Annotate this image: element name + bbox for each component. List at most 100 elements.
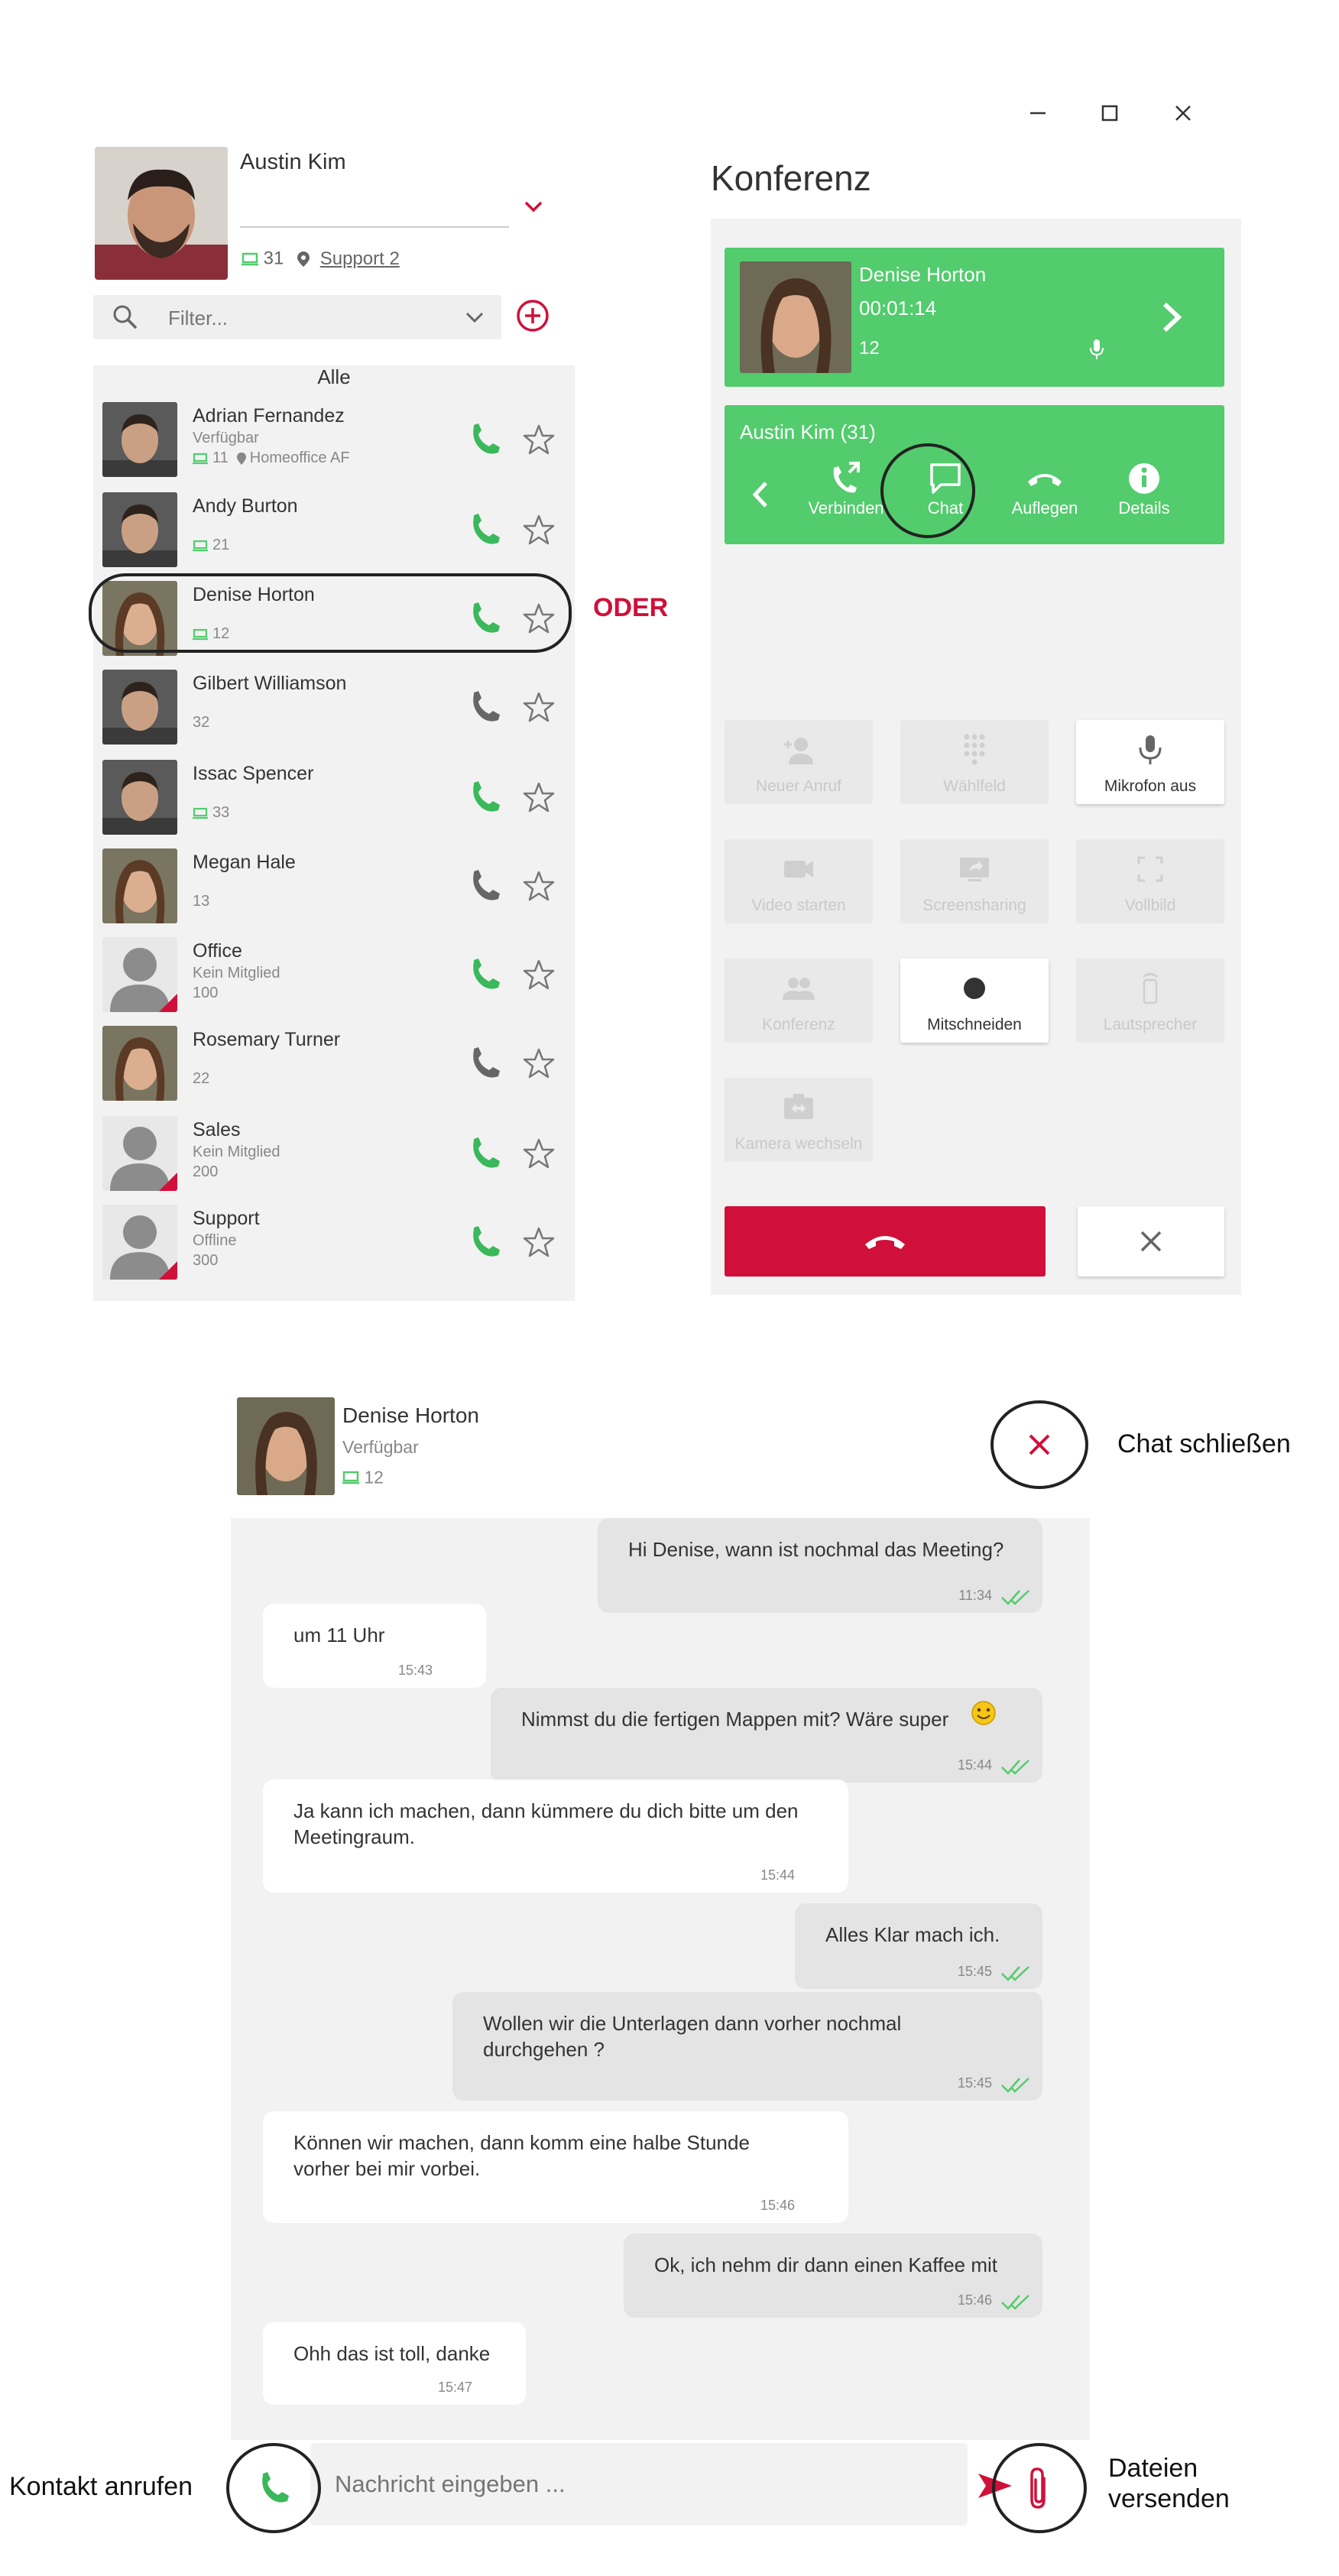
profile-extension: 31 bbox=[263, 248, 284, 269]
add-contact-button[interactable] bbox=[515, 298, 550, 333]
hangup-button[interactable]: Auflegen bbox=[995, 459, 1094, 518]
location-pin-icon bbox=[236, 452, 246, 465]
maximize-button[interactable] bbox=[1094, 98, 1125, 128]
phone-icon bbox=[473, 514, 500, 544]
dialpad-tile-button[interactable]: Wählfeld bbox=[900, 720, 1049, 804]
favorite-button[interactable] bbox=[521, 1225, 556, 1260]
filter-input[interactable] bbox=[167, 303, 445, 333]
contact-row[interactable]: Issac Spencer 33 bbox=[93, 754, 575, 844]
call-contact-button[interactable] bbox=[468, 868, 503, 904]
favorite-button[interactable] bbox=[521, 868, 556, 904]
contact-extension-row: 33 bbox=[193, 804, 229, 822]
chevron-down-icon[interactable] bbox=[463, 306, 486, 329]
phone-icon bbox=[473, 1137, 500, 1168]
received-message[interactable]: Können wir machen, dann komm eine halbe … bbox=[263, 2111, 848, 2223]
contact-row[interactable]: Sales Kein Mitglied 200 bbox=[93, 1110, 575, 1200]
contact-row[interactable]: Gilbert Williamson 32 bbox=[93, 663, 575, 754]
call-contact-button[interactable] bbox=[468, 1136, 503, 1171]
participant-avatar bbox=[740, 261, 851, 373]
speaker-tile-button[interactable]: Lautsprecher bbox=[1076, 959, 1224, 1043]
close-conference-button[interactable] bbox=[1078, 1206, 1224, 1277]
sent-message[interactable]: Wollen wir die Unterlagen dann vorher no… bbox=[452, 1992, 1042, 2101]
message-input-bar bbox=[310, 2443, 968, 2526]
call-contact-button[interactable] bbox=[468, 780, 503, 815]
call-contact-button[interactable] bbox=[468, 1225, 503, 1260]
message-time: 15:46 bbox=[957, 2292, 992, 2308]
switch-camera-tile-button[interactable]: Kamera wechseln bbox=[725, 1078, 873, 1162]
favorite-button[interactable] bbox=[521, 1046, 556, 1081]
contact-row[interactable]: Office Kein Mitglied 100 bbox=[93, 931, 575, 1021]
contact-row[interactable]: Adrian Fernandez Verfügbar 11 Homeoffice AF bbox=[93, 396, 575, 486]
screenshare-tile-button[interactable]: Screensharing bbox=[900, 839, 1049, 923]
contact-extension: 300 bbox=[193, 1252, 219, 1270]
favorite-button[interactable] bbox=[521, 689, 556, 725]
speaker-icon bbox=[1143, 972, 1158, 1004]
sent-message[interactable]: Alles Klar mach ich. 15:45 bbox=[795, 1903, 1042, 1989]
contact-extension: 21 bbox=[212, 537, 230, 554]
self-label: Austin Kim (31) bbox=[740, 420, 876, 443]
contact-avatar bbox=[102, 848, 177, 923]
favorite-button[interactable] bbox=[521, 1136, 556, 1171]
record-tile-button[interactable]: Mitschneiden bbox=[900, 959, 1049, 1043]
contact-row[interactable]: Megan Hale 13 bbox=[93, 842, 575, 933]
participant-card[interactable]: Denise Horton 00:01:14 12 bbox=[725, 248, 1224, 387]
tile-label: Mitschneiden bbox=[927, 1016, 1022, 1033]
profile-photo bbox=[95, 147, 228, 280]
favorite-button[interactable] bbox=[521, 422, 556, 457]
profile-avatar[interactable] bbox=[95, 147, 228, 280]
close-chat-button[interactable] bbox=[990, 1400, 1088, 1489]
participant-photo bbox=[740, 261, 851, 373]
contact-extension: 22 bbox=[193, 1070, 210, 1088]
attach-file-button[interactable] bbox=[992, 2443, 1087, 2533]
favorite-button[interactable] bbox=[521, 512, 556, 547]
add-person-tile-button[interactable]: Neuer Anruf bbox=[725, 720, 873, 804]
sent-message[interactable]: Hi Denise, wann ist nochmal das Meeting?… bbox=[598, 1518, 1042, 1613]
contact-group-header: Alle bbox=[317, 365, 351, 388]
transfer-label: Verbinden bbox=[808, 498, 884, 517]
favorite-button[interactable] bbox=[521, 780, 556, 815]
call-contact-button[interactable] bbox=[468, 957, 503, 992]
placeholder-person-icon bbox=[102, 1205, 177, 1280]
minimize-button[interactable] bbox=[1023, 98, 1053, 128]
end-call-button[interactable] bbox=[725, 1206, 1046, 1277]
close-window-button[interactable] bbox=[1168, 98, 1198, 128]
received-message[interactable]: um 11 Uhr 15:43 bbox=[263, 1604, 486, 1688]
contact-name: Megan Hale bbox=[193, 852, 296, 873]
call-contact-button[interactable] bbox=[468, 512, 503, 547]
call-contact-button[interactable] bbox=[226, 2443, 321, 2533]
microphone-tile-button[interactable]: Mikrofon aus bbox=[1076, 720, 1224, 804]
phone-icon bbox=[262, 2472, 289, 2503]
received-message[interactable]: Ohh das ist toll, danke 15:47 bbox=[263, 2322, 526, 2405]
contact-row[interactable]: Andy Burton 21 bbox=[93, 486, 575, 576]
message-time: 15:47 bbox=[437, 2380, 472, 2395]
sent-message[interactable]: Ok, ich nehm dir dann einen Kaffee mit 15… bbox=[624, 2234, 1042, 2318]
star-icon bbox=[523, 424, 555, 455]
message-text: um 11 Uhr bbox=[293, 1624, 385, 1646]
participant-name: Denise Horton bbox=[859, 263, 987, 286]
device-icon bbox=[242, 252, 258, 265]
device-icon bbox=[193, 807, 208, 819]
video-tile-button[interactable]: Video starten bbox=[725, 839, 873, 923]
details-button[interactable]: Details bbox=[1094, 459, 1194, 518]
star-icon bbox=[523, 782, 555, 813]
call-contact-button[interactable] bbox=[468, 689, 503, 725]
message-time: 15:45 bbox=[957, 2075, 992, 2091]
contact-avatar bbox=[102, 670, 177, 745]
favorite-button[interactable] bbox=[521, 957, 556, 992]
chevron-right-icon[interactable] bbox=[1157, 298, 1188, 336]
contact-row[interactable]: Rosemary Turner 22 bbox=[93, 1020, 575, 1110]
call-contact-button[interactable] bbox=[468, 422, 503, 457]
close-chat-annotation: Chat schließen bbox=[1117, 1429, 1291, 1458]
chevron-left-icon[interactable] bbox=[749, 477, 772, 512]
sent-message[interactable]: Nimmst du die fertigen Mappen mit? Wäre … bbox=[491, 1688, 1042, 1783]
profile-menu-button[interactable] bbox=[521, 196, 546, 217]
fullscreen-tile-button[interactable]: Vollbild bbox=[1076, 839, 1224, 923]
received-message[interactable]: Ja kann ich machen, dann kümmere du dich… bbox=[263, 1780, 848, 1893]
group-tile-button[interactable]: Konferenz bbox=[725, 959, 873, 1043]
message-input[interactable] bbox=[333, 2466, 948, 2503]
profile-location-link[interactable]: Support 2 bbox=[320, 248, 400, 269]
contact-row[interactable]: Support Offline 300 bbox=[93, 1199, 575, 1289]
placeholder-person-icon bbox=[102, 937, 177, 1012]
chevron-down-icon bbox=[524, 201, 543, 213]
call-contact-button[interactable] bbox=[468, 1046, 503, 1081]
